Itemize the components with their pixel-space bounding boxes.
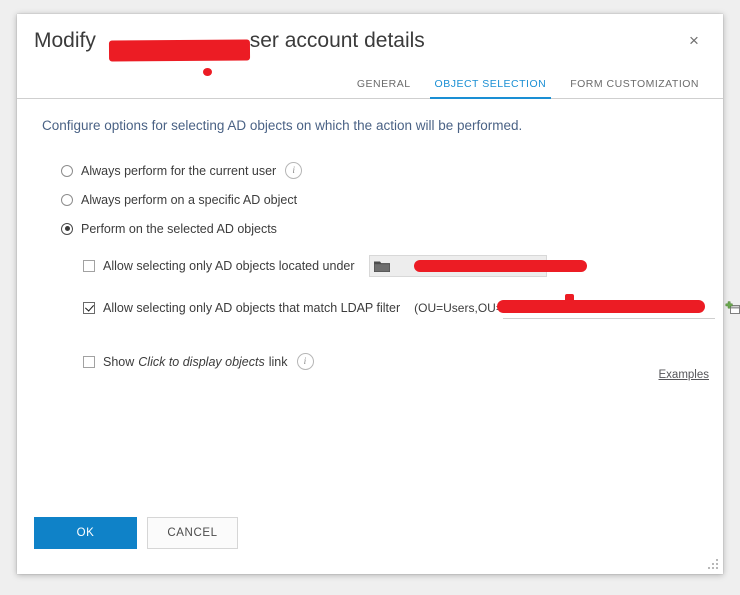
ldap-filter-input[interactable]: [503, 297, 715, 319]
option-show-display-link-prefix: Show: [103, 355, 134, 369]
option-always-current-user[interactable]: Always perform for the current user i: [61, 156, 701, 185]
option-ldap-filter-label: Allow selecting only AD objects that mat…: [103, 301, 400, 315]
option-show-display-link[interactable]: Show Click to display objects link i: [83, 347, 701, 376]
examples-link[interactable]: Examples: [659, 369, 710, 381]
info-icon[interactable]: i: [297, 353, 314, 370]
cancel-button[interactable]: CANCEL: [147, 517, 238, 549]
radio-always-current-user[interactable]: [61, 165, 73, 177]
info-icon[interactable]: i: [285, 162, 302, 179]
dialog-titlebar: Modify ser account details ×: [17, 14, 723, 68]
dialog-tabbar: GENERAL OBJECT SELECTION FORM CUSTOMIZAT…: [17, 68, 723, 99]
checkbox-show-display-link[interactable]: [83, 356, 95, 368]
tab-form-customization[interactable]: FORM CUSTOMIZATION: [558, 78, 711, 98]
resize-grip[interactable]: [706, 557, 718, 569]
insert-token-icon[interactable]: [725, 301, 740, 316]
intro-description: Configure options for selecting AD objec…: [42, 118, 522, 133]
option-always-current-user-label: Always perform for the current user: [81, 164, 276, 178]
radio-perform-selected-objects[interactable]: [61, 223, 73, 235]
modify-user-account-dialog: Modify ser account details × GENERAL OBJ…: [17, 14, 723, 574]
ldap-filter-value: (OU=Users,OU=: [414, 301, 503, 315]
option-show-display-link-suffix: link: [269, 355, 288, 369]
ok-button[interactable]: OK: [34, 517, 137, 549]
option-ldap-filter[interactable]: Allow selecting only AD objects that mat…: [83, 291, 701, 325]
container-picker-field[interactable]: [369, 255, 547, 277]
redaction-ldap-filter: [497, 300, 705, 313]
checkbox-located-under[interactable]: [83, 260, 95, 272]
page-title-suffix: ser account details: [250, 29, 425, 52]
redaction-container-path: [414, 260, 587, 272]
option-show-display-link-italic: Click to display objects: [138, 355, 264, 369]
radio-always-specific-object[interactable]: [61, 194, 73, 206]
dialog-body: Configure options for selecting AD objec…: [17, 99, 723, 517]
option-perform-selected-objects[interactable]: Perform on the selected AD objects: [61, 214, 701, 243]
close-icon[interactable]: ×: [673, 24, 715, 58]
object-selection-options: Always perform for the current user i Al…: [61, 156, 701, 376]
redaction-title-bar: [109, 40, 250, 62]
folder-icon: [374, 260, 390, 273]
tab-object-selection[interactable]: OBJECT SELECTION: [423, 78, 559, 98]
option-located-under[interactable]: Allow selecting only AD objects located …: [83, 249, 701, 283]
option-perform-selected-objects-label: Perform on the selected AD objects: [81, 222, 277, 236]
option-always-specific-object-label: Always perform on a specific AD object: [81, 193, 297, 207]
option-located-under-label: Allow selecting only AD objects located …: [103, 259, 355, 273]
checkbox-ldap-filter[interactable]: [83, 302, 95, 314]
option-always-specific-object[interactable]: Always perform on a specific AD object: [61, 185, 701, 214]
dialog-footer: OK CANCEL: [17, 517, 723, 574]
page-title-prefix: Modify: [34, 29, 96, 52]
tab-general[interactable]: GENERAL: [345, 78, 423, 98]
